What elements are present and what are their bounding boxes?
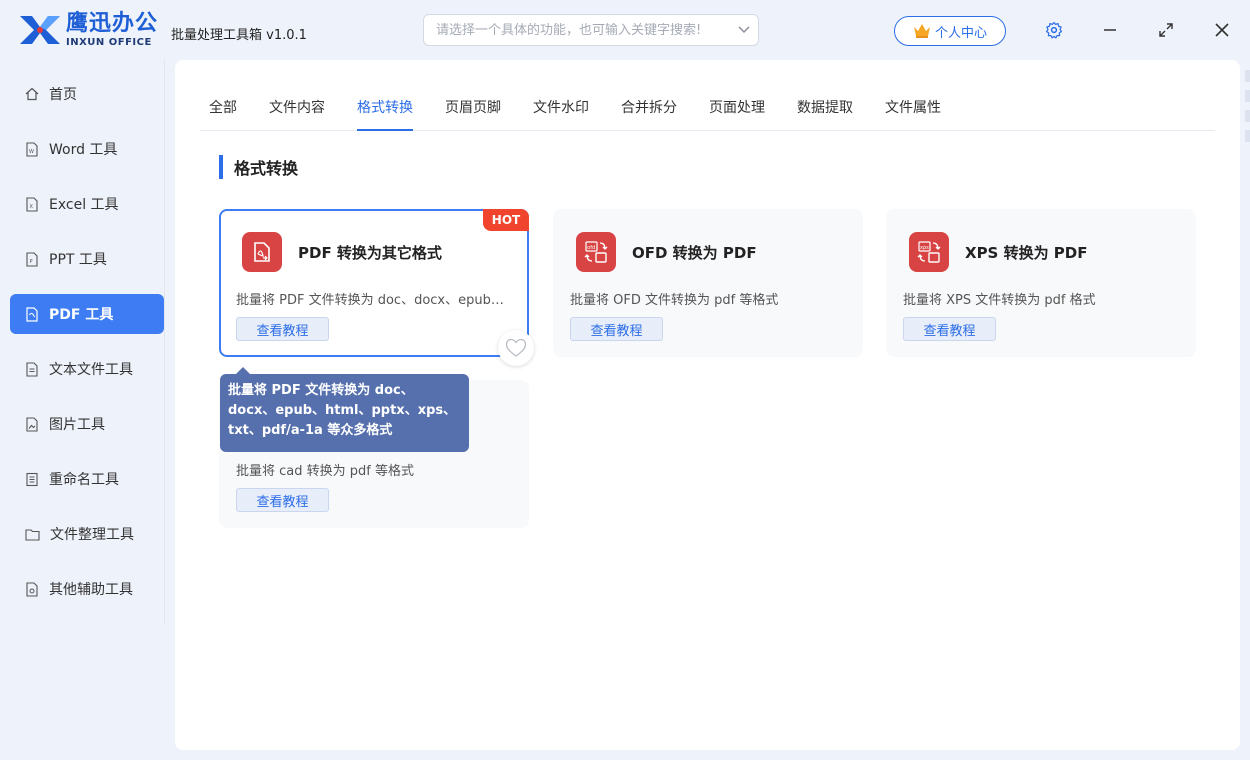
close-icon xyxy=(1215,23,1229,37)
image-file-icon xyxy=(26,416,38,432)
sidebar-item-ppt[interactable]: P PPT 工具 xyxy=(10,239,164,279)
tool-card-pdf-convert[interactable]: PDF 转换为其它格式 批量将 PDF 文件转换为 doc、docx、epub、… xyxy=(219,209,529,357)
svg-text:W: W xyxy=(29,149,34,155)
pdf-convert-icon xyxy=(242,232,282,272)
card-title: OFD 转换为 PDF xyxy=(632,244,757,262)
text-file-icon xyxy=(26,361,38,377)
card-description: 批量将 cad 转换为 pdf 等格式 xyxy=(236,464,414,479)
folder-icon xyxy=(25,528,40,541)
tab-all[interactable]: 全部 xyxy=(209,97,237,117)
crown-icon xyxy=(913,24,930,38)
sidebar-item-label: 其他辅助工具 xyxy=(49,582,133,598)
svg-text:P: P xyxy=(30,259,33,265)
excel-file-icon: X xyxy=(26,196,38,212)
sidebar-item-word[interactable]: W Word 工具 xyxy=(10,129,164,169)
logo-mark-icon xyxy=(20,16,60,44)
icon-label: xps xyxy=(920,245,929,251)
sidebar-item-rename[interactable]: 重命名工具 xyxy=(10,459,164,499)
sidebar-item-home[interactable]: 首页 xyxy=(10,74,164,114)
sidebar-item-other[interactable]: 其他辅助工具 xyxy=(10,569,164,609)
tool-card-xps-to-pdf[interactable]: xps XPS 转换为 PDF 批量将 XPS 文件转换为 pdf 格式 查看教… xyxy=(886,209,1196,357)
tab-bar: 全部 文件内容 格式转换 页眉页脚 文件水印 合并拆分 页面处理 数据提取 文件… xyxy=(200,87,1215,131)
tab-merge-split[interactable]: 合并拆分 xyxy=(621,97,677,117)
app-title: 批量处理工具箱 v1.0.1 xyxy=(171,28,307,43)
card-description: 批量将 OFD 文件转换为 pdf 等格式 xyxy=(570,293,779,308)
view-tutorial-button[interactable]: 查看教程 xyxy=(570,317,663,341)
sidebar-item-image[interactable]: 图片工具 xyxy=(10,404,164,444)
personal-center-label: 个人中心 xyxy=(934,25,987,41)
title-bar: 鹰迅办公 INXUN OFFICE 批量处理工具箱 v1.0.1 个人中心 xyxy=(0,0,1250,60)
minimize-icon xyxy=(1104,29,1116,31)
ofd-convert-icon: ofd xyxy=(576,232,616,272)
rename-icon xyxy=(26,472,38,486)
sidebar-item-label: 文本文件工具 xyxy=(49,362,133,378)
sidebar-item-label: 重命名工具 xyxy=(49,472,119,488)
app-logo: 鹰迅办公 INXUN OFFICE xyxy=(18,12,158,48)
gear-icon xyxy=(1045,21,1063,39)
sidebar-item-label: 图片工具 xyxy=(49,417,105,433)
card-tooltip: 批量将 PDF 文件转换为 doc、docx、epub、html、pptx、xp… xyxy=(220,367,469,452)
sidebar-item-label: PDF 工具 xyxy=(49,307,114,323)
sidebar-item-label: Excel 工具 xyxy=(49,197,119,213)
scroll-marker xyxy=(1245,70,1250,82)
view-tutorial-button[interactable]: 查看教程 xyxy=(236,317,329,341)
tools-icon xyxy=(26,581,38,597)
section-accent-bar xyxy=(219,155,223,179)
ppt-file-icon: P xyxy=(26,251,38,267)
svg-text:X: X xyxy=(30,204,34,210)
card-title: PDF 转换为其它格式 xyxy=(298,244,442,262)
home-icon xyxy=(25,87,39,101)
close-button[interactable] xyxy=(1210,18,1234,42)
expand-icon xyxy=(1159,23,1173,37)
sidebar-item-text[interactable]: 文本文件工具 xyxy=(10,349,164,389)
search-box[interactable] xyxy=(423,14,759,46)
pdf-file-icon xyxy=(26,306,38,322)
card-description: 批量将 XPS 文件转换为 pdf 格式 xyxy=(903,293,1096,308)
scroll-marker xyxy=(1245,110,1250,122)
card-title: XPS 转换为 PDF xyxy=(965,244,1088,262)
sidebar-item-excel[interactable]: X Excel 工具 xyxy=(10,184,164,224)
section-title: 格式转换 xyxy=(234,159,299,178)
tab-watermark[interactable]: 文件水印 xyxy=(533,97,589,117)
personal-center-button[interactable]: 个人中心 xyxy=(894,16,1006,46)
scroll-marker xyxy=(1245,90,1250,102)
icon-label: ofd xyxy=(587,245,595,251)
tab-file-content[interactable]: 文件内容 xyxy=(269,97,325,117)
favorite-button[interactable] xyxy=(498,330,534,366)
tab-format-convert[interactable]: 格式转换 xyxy=(357,97,413,131)
sidebar: 首页 W Word 工具 X Excel 工具 P PPT 工具 PDF 工具 … xyxy=(0,60,170,760)
sidebar-item-label: 首页 xyxy=(49,87,77,103)
tab-header-footer[interactable]: 页眉页脚 xyxy=(445,97,501,117)
chevron-down-icon[interactable] xyxy=(730,26,758,34)
card-description: 批量将 PDF 文件转换为 doc、docx、epub、html、pptx、xp… xyxy=(236,293,514,308)
heart-icon xyxy=(505,338,527,357)
minimize-button[interactable] xyxy=(1098,18,1122,42)
tab-data-extract[interactable]: 数据提取 xyxy=(797,97,853,117)
maximize-button[interactable] xyxy=(1154,18,1178,42)
settings-button[interactable] xyxy=(1042,18,1066,42)
view-tutorial-button[interactable]: 查看教程 xyxy=(903,317,996,341)
sidebar-divider xyxy=(164,60,165,625)
search-input[interactable] xyxy=(436,22,730,38)
logo-text-cn: 鹰迅办公 xyxy=(66,10,159,36)
sidebar-item-label: 文件整理工具 xyxy=(50,527,134,543)
sidebar-item-pdf[interactable]: PDF 工具 xyxy=(10,294,164,334)
hot-badge: HOT xyxy=(483,209,529,231)
sidebar-item-label: PPT 工具 xyxy=(49,252,107,268)
tab-file-properties[interactable]: 文件属性 xyxy=(885,97,941,117)
logo-text-en: INXUN OFFICE xyxy=(66,36,152,48)
view-tutorial-button[interactable]: 查看教程 xyxy=(236,488,329,512)
sidebar-item-label: Word 工具 xyxy=(49,142,118,158)
sidebar-item-organize[interactable]: 文件整理工具 xyxy=(10,514,164,554)
word-file-icon: W xyxy=(26,141,38,157)
scroll-marker xyxy=(1245,130,1250,142)
xps-convert-icon: xps xyxy=(909,232,949,272)
section-heading: 格式转换 xyxy=(219,154,298,180)
tool-card-ofd-to-pdf[interactable]: ofd OFD 转换为 PDF 批量将 OFD 文件转换为 pdf 等格式 查看… xyxy=(553,209,863,357)
tab-page-process[interactable]: 页面处理 xyxy=(709,97,765,117)
